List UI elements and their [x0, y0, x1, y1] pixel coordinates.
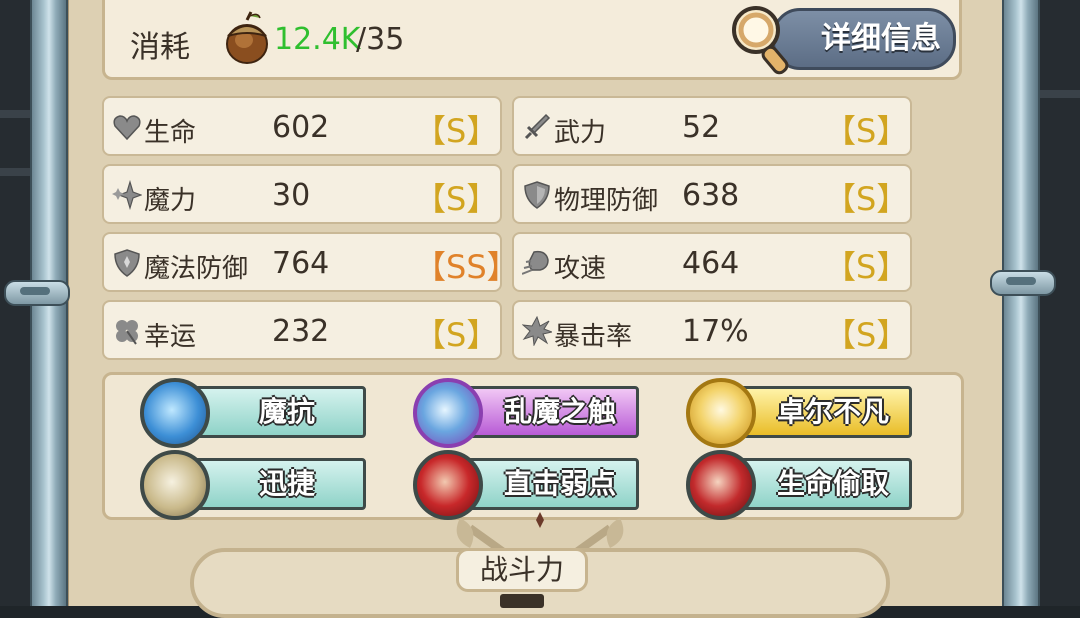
sparkle-icon	[112, 180, 142, 210]
stat-name: 物理防御	[554, 186, 659, 216]
stat-name: 武力	[554, 118, 607, 148]
stat-cell-hp: 生命 602 【S】	[102, 96, 502, 156]
sword-icon	[524, 113, 551, 140]
detail-info-button[interactable]: 详细信息	[772, 8, 956, 70]
stat-name: 魔力	[144, 186, 197, 216]
skill-chaos-touch[interactable]: 乱魔之触	[413, 376, 649, 448]
heart-icon	[113, 115, 141, 141]
stat-name: 攻速	[554, 254, 607, 284]
stat-cell-physical-defense: 物理防御 638 【S】	[512, 164, 912, 224]
combat-power-label: 战斗力	[456, 548, 588, 592]
magic-shield-icon	[114, 249, 140, 277]
stat-name: 生命	[144, 118, 197, 148]
right-frame-post	[1002, 0, 1040, 606]
chaos-touch-icon	[413, 378, 483, 448]
burst-icon	[522, 316, 552, 346]
detail-info-label: 详细信息	[821, 21, 941, 56]
right-background	[1040, 0, 1080, 606]
clover-icon	[116, 320, 138, 345]
skill-extraordinary[interactable]: 卓尔不凡	[686, 376, 922, 448]
stat-value: 602	[272, 110, 330, 145]
life-steal-icon	[686, 450, 756, 520]
stat-cell-attack: 武力 52 【S】	[512, 96, 912, 156]
stat-grade: 【SS】	[414, 248, 519, 286]
stat-value: 638	[682, 178, 740, 213]
skill-life-steal[interactable]: 生命偷取	[686, 448, 922, 520]
stat-value: 52	[682, 110, 721, 145]
stat-value: 30	[272, 178, 311, 213]
extraordinary-icon	[686, 378, 756, 448]
stat-grade: 【S】	[414, 180, 499, 218]
left-chain-icon	[4, 280, 70, 306]
skill-weak-point[interactable]: 直击弱点	[413, 448, 649, 520]
stat-cell-luck: 幸运 232 【S】	[102, 300, 502, 360]
speed-fist-icon	[522, 250, 549, 275]
stat-value: 232	[272, 314, 330, 349]
stat-cell-crit-rate: 暴击率 17% 【S】	[512, 300, 912, 360]
stat-grade: 【S】	[414, 112, 499, 150]
magic-resist-icon	[140, 378, 210, 448]
magnifier-icon	[732, 6, 789, 75]
stat-cell-magic: 魔力 30 【S】	[102, 164, 502, 224]
stat-grade: 【S】	[824, 180, 909, 218]
acorn-icon	[226, 11, 268, 64]
stat-grade: 【S】	[414, 316, 499, 354]
stat-name: 暴击率	[554, 322, 633, 352]
skill-magic-resist[interactable]: 魔抗	[140, 376, 376, 448]
cost-label: 消耗	[130, 30, 190, 65]
stat-name: 魔法防御	[144, 254, 249, 284]
stat-grade: 【S】	[824, 316, 909, 354]
right-chain-icon	[990, 270, 1056, 296]
stat-value: 17%	[682, 314, 749, 349]
stat-value: 764	[272, 246, 330, 281]
stat-cell-magic-defense: 魔法防御 764 【SS】	[102, 232, 519, 292]
stat-grade: 【S】	[824, 112, 909, 150]
cost-have-amount: 12.4K	[274, 22, 361, 57]
shield-icon	[524, 181, 550, 209]
stat-grade: 【S】	[824, 248, 909, 286]
stat-cell-attack-speed: 攻速 464 【S】	[512, 232, 912, 292]
skill-swift[interactable]: 迅捷	[140, 448, 376, 520]
right-stripe	[1040, 90, 1080, 98]
stat-value: 464	[682, 246, 740, 281]
stat-name: 幸运	[144, 322, 197, 352]
swift-icon	[140, 450, 210, 520]
cost-need-amount: /35	[356, 22, 405, 57]
